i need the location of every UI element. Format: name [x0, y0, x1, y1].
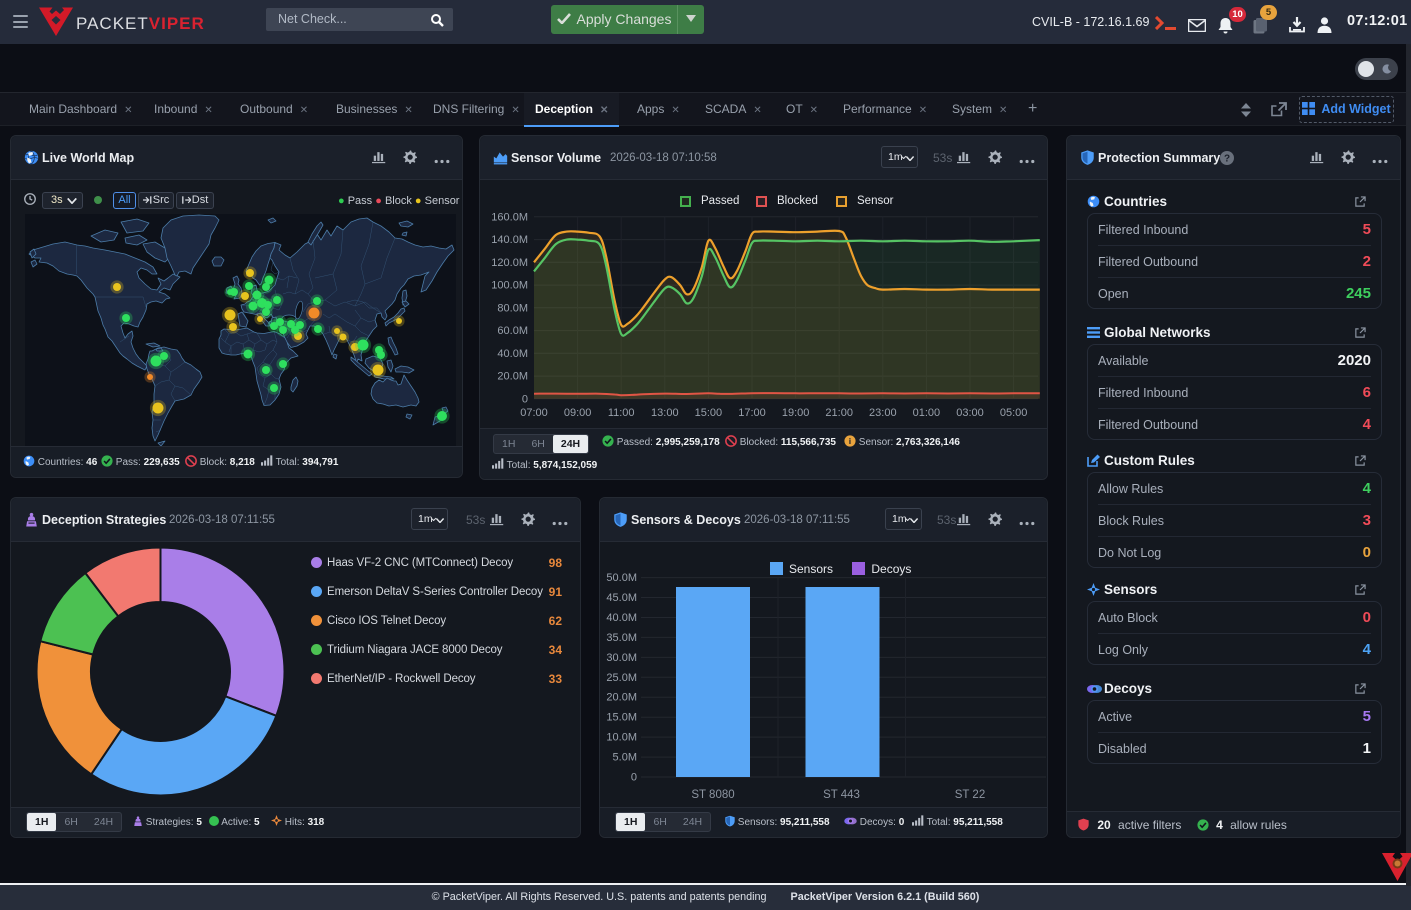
svg-text:40.0M: 40.0M [497, 348, 528, 360]
svg-text:15.0M: 15.0M [606, 712, 637, 724]
svg-text:ST 22: ST 22 [955, 789, 985, 801]
svg-text:13:00: 13:00 [651, 407, 679, 419]
svg-text:60.0M: 60.0M [497, 325, 528, 337]
svg-text:ST 443: ST 443 [823, 789, 860, 801]
svg-text:0: 0 [631, 772, 637, 784]
svg-text:5.0M: 5.0M [613, 752, 637, 764]
svg-text:?: ? [1224, 154, 1230, 165]
svg-text:25.0M: 25.0M [606, 672, 637, 684]
svg-text:50.0M: 50.0M [606, 572, 637, 584]
svg-text:20.0M: 20.0M [497, 371, 528, 383]
svg-text:120.0M: 120.0M [491, 257, 528, 269]
svg-text:23:00: 23:00 [869, 407, 897, 419]
svg-text:03:00: 03:00 [956, 407, 984, 419]
svg-text:01:00: 01:00 [913, 407, 941, 419]
svg-text:11:00: 11:00 [608, 407, 635, 419]
svg-text:45.0M: 45.0M [606, 592, 637, 604]
svg-text:21:00: 21:00 [825, 407, 853, 419]
svg-text:160.0M: 160.0M [491, 211, 528, 223]
svg-text:09:00: 09:00 [564, 407, 592, 419]
svg-text:05:00: 05:00 [1000, 407, 1028, 419]
svg-text:10.0M: 10.0M [606, 732, 637, 744]
svg-text:07:00: 07:00 [520, 407, 548, 419]
svg-text:35.0M: 35.0M [606, 632, 637, 644]
svg-text:100.0M: 100.0M [491, 280, 528, 292]
svg-text:40.0M: 40.0M [606, 612, 637, 624]
svg-text:30.0M: 30.0M [606, 652, 637, 664]
svg-text:17:00: 17:00 [738, 407, 766, 419]
svg-text:0: 0 [522, 393, 528, 405]
svg-text:15:00: 15:00 [695, 407, 723, 419]
svg-text:140.0M: 140.0M [491, 234, 528, 246]
svg-text:i: i [849, 436, 851, 446]
svg-text:ST 8080: ST 8080 [691, 789, 734, 801]
svg-text:19:00: 19:00 [782, 407, 810, 419]
svg-text:80.0M: 80.0M [497, 302, 528, 314]
svg-text:20.0M: 20.0M [606, 692, 637, 704]
